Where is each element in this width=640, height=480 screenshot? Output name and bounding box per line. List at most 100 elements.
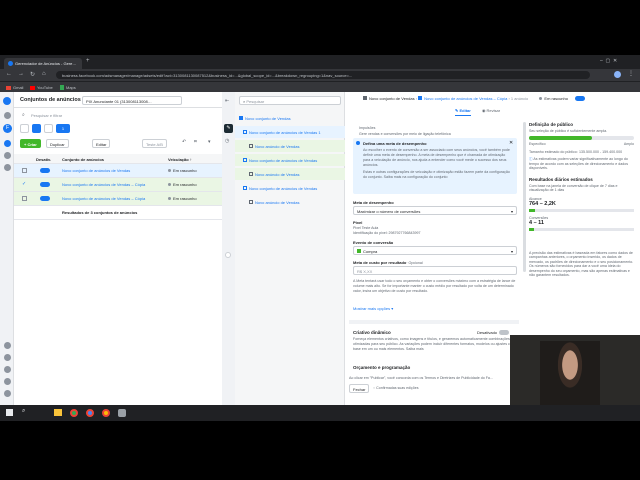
tree-item[interactable]: Novo conjunto de Vendas xyxy=(235,112,345,124)
form-scrollbar[interactable] xyxy=(523,122,526,272)
adset-name-link[interactable]: Novo conjunto de anúncios de Vendas – Có… xyxy=(62,196,145,201)
meta-logo-icon[interactable] xyxy=(3,97,11,105)
bug-report-icon[interactable] xyxy=(4,390,11,397)
adset-name-link[interactable]: Novo conjunto de anúncios de Vendas xyxy=(62,168,130,173)
table-view-icon[interactable] xyxy=(32,124,41,133)
collapse-icon[interactable]: ⇤ xyxy=(225,98,229,104)
search-icon[interactable] xyxy=(4,366,11,373)
new-tab-icon[interactable]: + xyxy=(86,58,90,64)
history-icon[interactable]: ◷ xyxy=(225,138,229,144)
tab-edit[interactable]: ✎ Editar xyxy=(455,108,471,116)
create-button[interactable]: + Criar xyxy=(20,139,41,148)
tree-item[interactable]: Novo conjunto de anúncios de Vendas xyxy=(235,154,345,166)
home-icon[interactable]: ⌂ xyxy=(42,71,46,77)
breadcrumb: Novo conjunto de Vendas › Novo conjunto … xyxy=(345,96,640,106)
reach-value: 764 – 2,2K xyxy=(529,200,556,207)
campaign-tree: ⌕ Pesquisar Novo conjunto de Vendas Novo… xyxy=(235,92,345,405)
toggle-icon xyxy=(499,330,510,336)
profile-avatar-icon[interactable] xyxy=(614,71,621,78)
bookmark-maps[interactable]: Maps xyxy=(60,85,76,91)
row-checkbox[interactable] xyxy=(22,168,27,173)
breakdown-icon[interactable] xyxy=(44,124,53,133)
ab-test-button[interactable]: Teste A/B xyxy=(142,139,167,148)
tree-item[interactable]: Novo conjunto de anúncios de Vendas 1 xyxy=(235,126,345,138)
url-bar[interactable]: business.facebook.com/adsmanager/manage/… xyxy=(56,71,590,79)
windows-icon[interactable] xyxy=(6,409,13,416)
perf-goal-select[interactable]: Maximizar o número de conversões ▾ xyxy=(353,206,517,215)
search-input[interactable]: Pesquisar e filtrar xyxy=(31,113,62,118)
reload-icon[interactable]: ↻ xyxy=(30,71,35,78)
account-select[interactable]: PIX Anunciante 01 (313008113008… xyxy=(82,96,182,105)
bookmark-youtube[interactable]: YouTube xyxy=(30,85,53,90)
settings-icon[interactable] xyxy=(4,342,11,349)
close-icon[interactable]: ✕ xyxy=(509,140,513,146)
bookmark-gmail[interactable]: Gmail xyxy=(6,85,23,90)
column-header-delivery[interactable]: Veiculação ↑ xyxy=(168,157,192,162)
event-select[interactable]: Compra ▾ xyxy=(353,246,517,255)
help-icon[interactable] xyxy=(4,378,11,385)
expand-handle-icon[interactable] xyxy=(225,252,231,258)
reports-icon[interactable] xyxy=(4,164,11,171)
adset-name-link[interactable]: Novo conjunto de anúncios de Vendas – Có… xyxy=(62,182,145,187)
audience-meter xyxy=(529,136,634,140)
tag-icon[interactable]: ⌗ xyxy=(194,139,197,145)
chrome-icon[interactable] xyxy=(86,409,94,417)
back-icon[interactable]: ← xyxy=(6,71,12,77)
draft-toggle[interactable] xyxy=(575,96,586,102)
status-toggle[interactable] xyxy=(40,168,50,173)
youtube-icon xyxy=(30,85,35,90)
tree-item[interactable]: Novo anúncio de Vendas xyxy=(235,196,345,208)
dynamic-creative-toggle[interactable]: Desativado xyxy=(477,330,510,336)
browser-tab[interactable]: Gerenciador de Anúncios - Gere… xyxy=(4,58,82,69)
tree-search-input[interactable]: ⌕ Pesquisar xyxy=(239,96,341,105)
breadcrumb-ads[interactable]: 1 anúncio xyxy=(511,96,528,101)
status-toggle[interactable] xyxy=(40,182,50,187)
file-explorer-icon[interactable] xyxy=(54,409,62,416)
table-row[interactable]: Novo conjunto de anúncios de Vendas – Có… xyxy=(14,192,222,206)
breadcrumb-adset[interactable]: Novo conjunto de anúncios de Vendas – Có… xyxy=(424,96,507,101)
column-header-name[interactable]: Conjunto de anúncios xyxy=(62,157,104,162)
ad-icon xyxy=(249,172,253,176)
account-avatar[interactable]: F xyxy=(3,124,12,133)
browser-menu-icon[interactable]: ⋮ xyxy=(628,70,634,77)
dashboard-icon[interactable] xyxy=(4,140,11,147)
tree-item[interactable]: Novo conjunto de anúncios de Vendas xyxy=(235,182,345,194)
more-options-link[interactable]: Mostrar mais opções ▾ xyxy=(353,306,393,311)
cost-goal-input[interactable]: R$ X,XX xyxy=(353,266,517,275)
tab-review[interactable]: ◉ Revisar xyxy=(482,108,500,113)
undo-icon[interactable]: ↶ xyxy=(182,139,186,145)
search-icon[interactable]: ⌕ xyxy=(22,408,25,415)
draft-status: Em rascunho xyxy=(544,96,568,101)
results-summary-row: Resultados de 3 conjuntos de anúncios xyxy=(14,206,222,220)
tree-item[interactable]: Novo anúncio de Vendas xyxy=(235,168,345,180)
folder-icon xyxy=(363,96,367,100)
close-button[interactable]: Fechar xyxy=(349,384,370,393)
draft-dot-icon xyxy=(168,169,171,172)
chrome-icon[interactable] xyxy=(70,409,78,417)
window-controls[interactable]: – ▢ ✕ xyxy=(600,58,617,64)
campaigns-icon[interactable] xyxy=(4,152,11,159)
row-checkbox[interactable] xyxy=(22,196,27,201)
breadcrumb-campaign[interactable]: Novo conjunto de Vendas xyxy=(369,96,415,101)
reach-bar-fill xyxy=(529,208,536,212)
editor-toolbar: ⇤ ✎ ◷ xyxy=(222,92,235,405)
notifications-icon[interactable] xyxy=(4,354,11,361)
edit-button[interactable]: Editar xyxy=(92,139,111,148)
tree-item[interactable]: Novo anúncio de Vendas xyxy=(235,140,345,152)
status-toggle[interactable] xyxy=(40,196,50,201)
forward-icon[interactable]: → xyxy=(18,71,24,77)
performance-info-box: ✕ Defina uma meta de desempenho Ao escol… xyxy=(353,138,517,194)
grid-view-icon[interactable] xyxy=(20,124,29,133)
table-row[interactable]: Novo conjunto de anúncios de Vendas Em r… xyxy=(14,164,222,178)
selected-count-chip[interactable]: 1 xyxy=(56,124,70,133)
duplicate-button[interactable]: Duplicar xyxy=(46,139,69,148)
app-icon[interactable] xyxy=(118,409,126,417)
table-row[interactable]: ✓ Novo conjunto de anúncios de Vendas – … xyxy=(14,178,222,192)
row-checkbox[interactable]: ✓ xyxy=(22,181,26,187)
letterbox-top xyxy=(0,0,640,55)
edit-pencil-icon[interactable]: ✎ xyxy=(224,124,233,133)
column-header-status[interactable]: Desativ. xyxy=(36,157,51,162)
chrome-icon[interactable] xyxy=(102,409,110,417)
menu-icon[interactable] xyxy=(4,112,11,119)
more-icon[interactable]: ▾ xyxy=(208,139,211,145)
